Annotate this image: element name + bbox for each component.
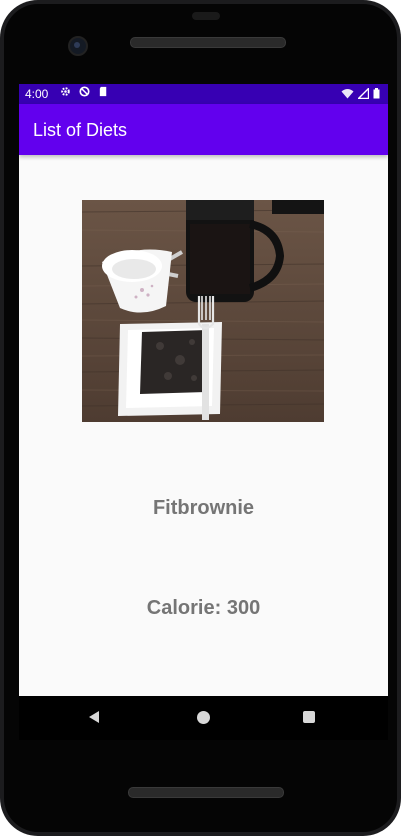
navigation-bar: [19, 696, 388, 740]
bottom-speaker: [128, 787, 284, 798]
status-time: 4:00: [25, 87, 49, 101]
earpiece-speaker: [130, 37, 286, 48]
phone-frame: 4:00 List of Diets Fitbrownie Calorie: 3…: [0, 0, 401, 836]
diet-name: Fitbrownie: [152, 497, 255, 519]
status-bar: 4:00: [19, 84, 388, 104]
back-icon[interactable]: [87, 710, 101, 729]
battery-icon: [373, 88, 380, 102]
home-icon[interactable]: [197, 711, 210, 724]
diet-photo: [82, 200, 324, 422]
diet-calorie: Calorie: 300: [146, 597, 261, 619]
sd-card-icon: [98, 86, 109, 97]
data-saver-icon: [79, 86, 90, 97]
wifi-icon: [341, 88, 354, 102]
signal-icon: [356, 86, 370, 102]
app-bar: List of Diets: [19, 104, 388, 155]
app-screen: 4:00 List of Diets Fitbrownie Calorie: 3…: [19, 84, 388, 696]
page-title: List of Diets: [33, 120, 128, 140]
top-sensor: [192, 12, 220, 20]
front-camera-icon: [68, 36, 88, 56]
recent-apps-icon[interactable]: [303, 711, 315, 723]
gear-icon: [60, 86, 71, 97]
